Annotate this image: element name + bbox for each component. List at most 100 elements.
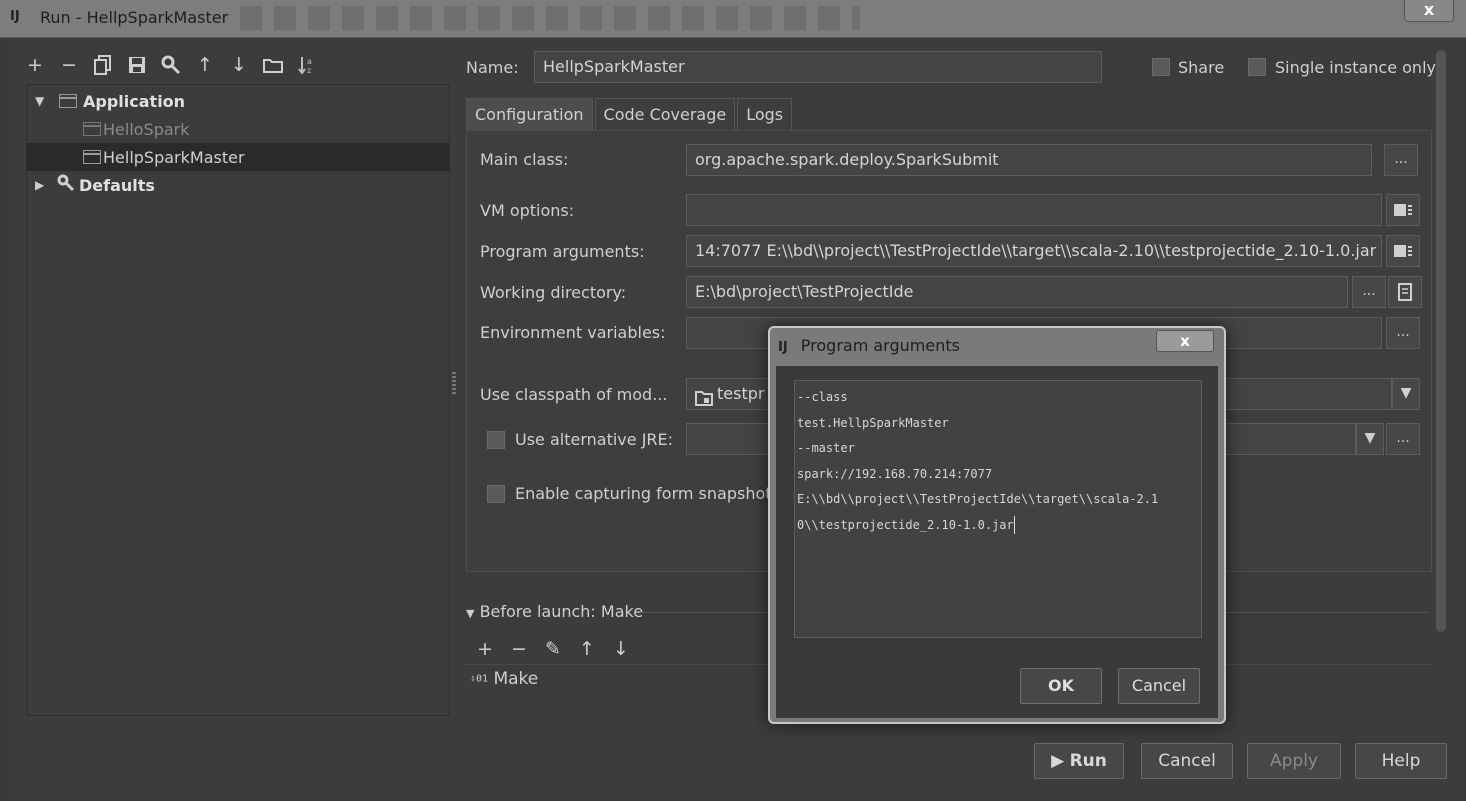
working-directory-input[interactable]: E:\bd\project\TestProjectIde (686, 276, 1348, 308)
text-line: 0\\testprojectide_2.10-1.0.jar (797, 517, 1014, 532)
apply-button[interactable]: Apply (1247, 743, 1341, 779)
make-icon: ⇩01 (470, 673, 489, 685)
text-line: spark://192.168.70.214:7077 (797, 466, 993, 481)
classpath-module-value: testpr (717, 384, 765, 403)
run-button[interactable]: ▶ Run (1034, 743, 1124, 779)
scrollbar[interactable] (1436, 50, 1446, 632)
play-icon: ▶ (1051, 751, 1065, 771)
module-icon (695, 386, 713, 409)
list-item[interactable]: ⇩01 Make (470, 669, 538, 689)
share-label: Share (1178, 58, 1225, 77)
collapse-arrow-icon: ▼ (466, 607, 475, 620)
name-label: Name: (466, 58, 519, 77)
tab-configuration[interactable]: Configuration (466, 98, 593, 130)
window-close-button[interactable]: x (1404, 0, 1454, 22)
dropdown-arrow-icon[interactable]: ▼ (1356, 423, 1384, 455)
tree-item-label: HellpSparkMaster (103, 147, 245, 167)
text-line: E:\\bd\\project\\TestProjectIde\\target\… (797, 492, 1159, 507)
dialog-cancel-button[interactable]: Cancel (1118, 668, 1200, 704)
application-icon (59, 94, 77, 108)
ok-button[interactable]: OK (1020, 668, 1102, 704)
browse-working-directory-button[interactable]: ... (1352, 276, 1386, 308)
main-class-label: Main class: (480, 150, 569, 169)
tree-item-hellospark[interactable]: HelloSpark (27, 115, 449, 143)
classpath-module-label: Use classpath of mod... (480, 385, 668, 404)
folder-icon[interactable] (260, 52, 286, 78)
window-titlebar: IJ Run - HellpSparkMaster x (0, 0, 1466, 38)
vm-options-label: VM options: (480, 201, 575, 220)
vm-options-input[interactable] (686, 194, 1382, 226)
cancel-button[interactable]: Cancel (1141, 743, 1233, 779)
dialog-title-text: Program arguments (800, 336, 960, 355)
svg-text:z: z (307, 66, 311, 75)
share-checkbox[interactable] (1152, 58, 1170, 76)
alternative-jre-label: Use alternative JRE: (515, 430, 674, 449)
collapse-toggle-icon[interactable]: ▶ (35, 178, 49, 192)
macro-icon[interactable] (1388, 276, 1422, 308)
name-input[interactable]: HellpSparkMaster (534, 51, 1102, 83)
move-up-icon[interactable]: ↑ (574, 636, 600, 662)
single-instance-label: Single instance only (1275, 58, 1436, 77)
tree-item-label: Defaults (79, 175, 155, 195)
program-arguments-input[interactable]: 14:7077 E:\\bd\\project\\TestProjectIde\… (686, 235, 1382, 267)
application-icon (83, 150, 101, 164)
add-icon[interactable]: + (472, 636, 498, 662)
expand-toggle-icon[interactable]: ▼ (35, 94, 49, 108)
config-toolbar: + − ↑ ↓ az (22, 52, 320, 80)
tree-item-application[interactable]: ▼ Application (27, 87, 449, 115)
intellij-icon: IJ (778, 340, 788, 355)
capture-snapshots-label: Enable capturing form snapshot (515, 484, 772, 503)
text-line: --master (797, 441, 855, 456)
tree-item-label: HelloSpark (103, 119, 190, 139)
browse-jre-button[interactable]: ... (1386, 423, 1420, 455)
tab-logs[interactable]: Logs (737, 98, 793, 130)
remove-icon[interactable]: − (506, 636, 532, 662)
wrench-icon (57, 174, 75, 196)
add-icon[interactable]: + (22, 52, 48, 78)
svg-text:a: a (307, 57, 312, 66)
application-icon (83, 122, 101, 136)
move-down-icon[interactable]: ↓ (226, 52, 252, 78)
wrench-icon[interactable] (158, 52, 184, 78)
move-up-icon[interactable]: ↑ (192, 52, 218, 78)
text-line: test.HellpSparkMaster (797, 415, 949, 430)
list-item-label: Make (493, 669, 539, 689)
background-toolbar (240, 6, 860, 30)
panel-splitter[interactable] (452, 372, 456, 394)
text-line: --class (797, 390, 848, 404)
working-directory-label: Working directory: (480, 283, 627, 302)
edit-icon[interactable]: ✎ (540, 636, 566, 662)
before-launch-header[interactable]: ▼ Before launch: Make (466, 602, 643, 621)
environment-variables-label: Environment variables: (480, 323, 666, 342)
help-button[interactable]: Help (1355, 743, 1447, 779)
capture-snapshots-checkbox[interactable] (487, 485, 505, 503)
tree-item-label: Application (83, 91, 186, 111)
expand-editor-icon[interactable] (1386, 194, 1420, 226)
single-instance-checkbox[interactable] (1248, 58, 1266, 76)
save-icon[interactable] (124, 52, 150, 78)
intellij-icon: IJ (10, 9, 20, 24)
program-arguments-dialog: IJ Program arguments x --class test.Hell… (768, 326, 1226, 724)
dialog-close-button[interactable]: x (1156, 330, 1214, 352)
text-caret (1013, 516, 1015, 535)
config-tabs: Configuration Code Coverage Logs (466, 98, 794, 130)
program-arguments-label: Program arguments: (480, 242, 645, 261)
tab-code-coverage[interactable]: Code Coverage (594, 98, 736, 130)
program-arguments-textarea[interactable]: --class test.HellpSparkMaster --master s… (794, 380, 1202, 638)
sort-icon[interactable]: az (294, 52, 320, 78)
configuration-tree: ▼ Application HelloSpark HellpSparkMaste… (26, 84, 450, 716)
remove-icon[interactable]: − (56, 52, 82, 78)
alternative-jre-checkbox[interactable] (487, 431, 505, 449)
text-line-last: 0\\testprojectide_2.10-1.0.jar (797, 513, 1201, 539)
edit-environment-button[interactable]: ... (1386, 317, 1420, 349)
before-launch-title: Before launch: Make (479, 602, 644, 621)
expand-editor-icon[interactable] (1386, 235, 1420, 267)
tree-item-defaults[interactable]: ▶ Defaults (27, 171, 449, 199)
copy-icon[interactable] (90, 52, 116, 78)
dropdown-arrow-icon[interactable]: ▼ (1392, 378, 1420, 410)
main-class-input[interactable]: org.apache.spark.deploy.SparkSubmit (686, 144, 1372, 176)
move-down-icon[interactable]: ↓ (608, 636, 634, 662)
dialog-body: --class test.HellpSparkMaster --master s… (776, 366, 1218, 718)
tree-item-hellpsparkmaster[interactable]: HellpSparkMaster (27, 143, 449, 171)
browse-main-class-button[interactable]: ... (1384, 144, 1418, 176)
